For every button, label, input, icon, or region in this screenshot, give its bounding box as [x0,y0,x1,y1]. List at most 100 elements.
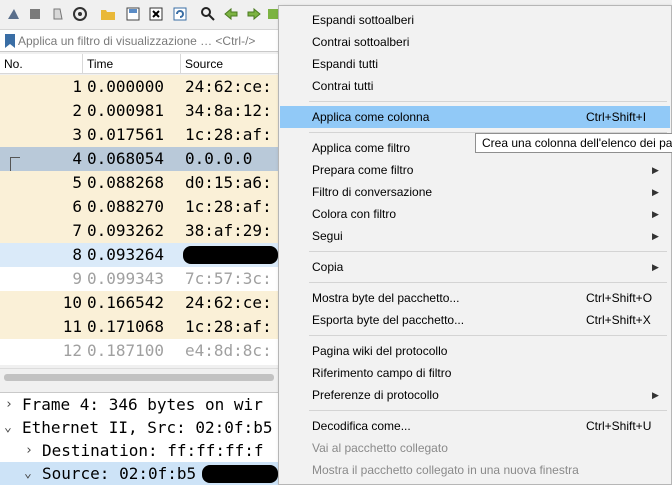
tree-item-label: Frame 4: 346 bytes on wir [22,395,263,414]
menu-separator [309,101,667,102]
menu-item-apply-as-column[interactable]: Applica come colonna Ctrl+Shift+I [280,106,670,128]
menu-item-label: Applica come colonna [312,110,430,124]
cell-time: 0.187100 [87,341,165,360]
cell-no: 9 [72,269,82,288]
menu-item-protocol-preferences[interactable]: Preferenze di protocollo ▶ [280,384,670,406]
menu-item-shortcut: Ctrl+Shift+I [586,110,647,124]
menu-item-label: Prepara come filtro [312,163,414,177]
menu-item-label: Mostra il pacchetto collegato in una nuo… [312,463,579,477]
column-header-no[interactable]: No. [0,54,83,74]
menu-item-colorize-with-filter[interactable]: Colora con filtro ▶ [280,203,670,225]
cell-source: 1c:28:af: [185,125,272,144]
menu-item-prepare-as-filter[interactable]: Prepara come filtro ▶ [280,159,670,181]
menu-separator [309,282,667,283]
redaction-bar [183,246,278,264]
stop-capture-icon[interactable] [27,6,43,22]
menu-item-copy[interactable]: Copia ▶ [280,256,670,278]
cell-no: 3 [72,125,82,144]
chevron-down-icon[interactable]: ⌄ [24,462,32,485]
tree-item-frame[interactable]: › Frame 4: 346 bytes on wir [0,393,280,416]
chevron-right-icon[interactable]: › [5,393,13,416]
menu-item-export-packet-bytes[interactable]: Esporta byte del pacchetto... Ctrl+Shift+… [280,309,670,331]
menu-item-label: Contrai sottoalberi [312,35,410,49]
open-folder-icon[interactable] [100,6,116,22]
bookmark-icon[interactable] [4,33,16,49]
cell-source: 34:8a:12: [185,101,272,120]
menu-item-label: Contrai tutti [312,79,374,93]
menu-item-label: Segui [312,229,343,243]
menu-separator [309,410,667,411]
cell-time: 0.088270 [87,197,165,216]
submenu-arrow-icon: ▶ [652,187,659,197]
menu-item-label: Colora con filtro [312,207,397,221]
menu-item-label: Copia [312,260,344,274]
menu-item-go-to-linked-packet: Vai al pacchetto collegato [280,437,670,459]
display-filter-input[interactable] [18,32,318,50]
menu-item-decode-as[interactable]: Decodifica come... Ctrl+Shift+U [280,415,670,437]
cell-no: 7 [72,221,82,240]
menu-item-label: Vai al pacchetto collegato [312,441,448,455]
menu-item-expand-subtrees[interactable]: Espandi sottoalberi [280,9,670,31]
cell-no: 6 [72,197,82,216]
menu-separator [309,251,667,252]
cell-time: 0.000000 [87,77,165,96]
column-header-time[interactable]: Time [83,54,181,74]
chevron-down-icon[interactable]: ⌄ [4,416,12,439]
column-header-label: No. [4,57,23,71]
submenu-arrow-icon: ▶ [652,165,659,175]
column-header-label: Source [185,57,224,71]
cell-source: 7c:57:3c: [185,269,272,288]
chevron-right-icon[interactable]: › [25,439,33,462]
shark-fin-icon[interactable] [6,6,22,22]
find-packet-icon[interactable] [200,6,216,22]
restart-capture-icon[interactable] [50,6,66,22]
menu-item-label: Riferimento campo di filtro [312,366,452,380]
tree-item-source-selected[interactable]: ⌄ Source: 02:0f:b5 [0,462,280,485]
menu-item-filter-field-reference[interactable]: Riferimento campo di filtro [280,362,670,384]
menu-item-expand-all[interactable]: Espandi tutti [280,53,670,75]
submenu-arrow-icon: ▶ [652,209,659,219]
menu-item-show-linked-packet-new-window: Mostra il pacchetto collegato in una nuo… [280,459,670,481]
column-header-label: Time [87,57,114,71]
submenu-arrow-icon: ▶ [652,390,659,400]
menu-separator [309,335,667,336]
menu-item-collapse-all[interactable]: Contrai tutti [280,75,670,97]
submenu-arrow-icon: ▶ [652,231,659,241]
tooltip: Crea una colonna dell'elenco dei pac [475,133,672,153]
close-file-icon[interactable] [148,6,164,22]
context-menu: Espandi sottoalberi Contrai sottoalberi … [278,5,672,485]
cell-source: 24:62:ce: [185,293,272,312]
cell-no: 5 [72,173,82,192]
menu-item-label: Espandi sottoalberi [312,13,415,27]
cell-source: 1c:28:af: [185,317,272,336]
menu-item-label: Pagina wiki del protocollo [312,344,448,358]
scrollbar-thumb[interactable] [4,374,274,381]
tree-item-destination[interactable]: › Destination: ff:ff:ff:f [0,439,280,462]
menu-item-shortcut: Ctrl+Shift+U [586,419,652,433]
menu-item-label: Applica come filtro [312,141,411,155]
menu-item-follow[interactable]: Segui ▶ [280,225,670,247]
next-packet-icon[interactable] [246,6,262,22]
menu-item-collapse-subtrees[interactable]: Contrai sottoalberi [280,31,670,53]
cell-time: 0.166542 [87,293,165,312]
menu-item-label: Filtro di conversazione [312,185,433,199]
cell-source: 1c:28:af: [185,197,272,216]
cell-no: 11 [62,317,82,336]
cell-no: 12 [62,341,82,360]
capture-options-icon[interactable] [72,6,88,22]
menu-item-show-packet-bytes[interactable]: Mostra byte del pacchetto... Ctrl+Shift+O [280,287,670,309]
tree-item-ethernet[interactable]: ⌄ Ethernet II, Src: 02:0f:b5 [0,416,280,439]
menu-item-label: Decodifica come... [312,419,411,433]
reload-file-icon[interactable] [172,6,188,22]
previous-packet-icon[interactable] [223,6,239,22]
tree-item-label: Destination: ff:ff:ff:f [42,441,264,460]
save-file-icon[interactable] [125,6,141,22]
cell-source: 24:62:ce: [185,77,272,96]
cell-time: 0.088268 [87,173,165,192]
cell-no: 4 [72,149,82,168]
submenu-arrow-icon: ▶ [652,262,659,272]
menu-item-wiki-protocol-page[interactable]: Pagina wiki del protocollo [280,340,670,362]
menu-item-conversation-filter[interactable]: Filtro di conversazione ▶ [280,181,670,203]
menu-item-label: Esporta byte del pacchetto... [312,313,465,327]
cell-time: 0.017561 [87,125,165,144]
